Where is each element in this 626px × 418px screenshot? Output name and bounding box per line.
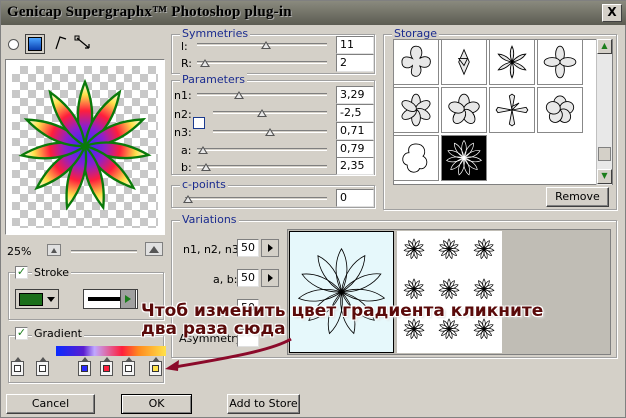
variation-n-label: n1, n2, n3: [183,243,243,256]
annotation-line-1: Чтоб изменить цвет градиента кликните [141,301,544,321]
param-a-field[interactable]: 0,79 [336,140,374,158]
param-n1-slider[interactable] [197,93,327,96]
storage-item[interactable] [537,39,583,85]
param-a-slider[interactable] [197,148,327,151]
gradient-stop[interactable] [100,357,113,376]
chevron-right-icon [125,295,131,303]
storage-item[interactable] [393,135,439,181]
param-b-label: b: [181,161,192,174]
plugin-window: Genicap Supergraphx™ Photoshop plug-in X [0,0,626,418]
parameters-title: Parameters [180,73,247,86]
cpoints-field[interactable]: 0 [336,189,374,207]
stroke-checkbox[interactable]: ✓ [15,266,28,279]
zoom-label: 25% [7,245,32,258]
slider-thumb[interactable] [200,59,210,67]
storage-item[interactable] [393,87,439,133]
storage-item[interactable] [537,87,583,133]
pen-tool-icon[interactable] [53,35,69,51]
variation-ab-label: a, b: [213,273,238,286]
variation-current-icon [297,247,386,335]
remove-button[interactable]: Remove [546,187,609,207]
close-button[interactable]: X [602,4,622,22]
gradient-checkbox[interactable]: ✓ [15,327,28,340]
cpoints-title: c-points [180,178,228,191]
param-a-label: a: [181,144,192,157]
cancel-button[interactable]: Cancel [6,394,95,414]
param-n3-label: n3: [174,126,192,139]
chevron-down-icon [47,297,55,302]
symmetries-r-field[interactable]: 2 [336,54,374,72]
variation-current[interactable] [289,231,394,353]
symmetries-l-label: l: [181,40,188,53]
slider-thumb[interactable] [261,41,271,49]
storage-item[interactable] [489,87,535,133]
stroke-arrow-button[interactable] [120,289,136,309]
storage-scrollbar[interactable]: ▲ ▼ [596,39,612,185]
param-n2-slider[interactable] [213,111,327,114]
gradient-bar[interactable] [56,346,166,356]
slider-thumb[interactable] [183,195,193,203]
param-n2-field[interactable]: -2,5 [336,104,374,122]
preview-canvas[interactable] [12,66,158,228]
storage-item[interactable] [441,39,487,85]
gradient-stop[interactable] [11,357,24,376]
symmetries-r-slider[interactable] [197,61,327,64]
gradient-stop[interactable] [78,357,91,376]
variations-title: Variations [180,213,239,226]
link-toggle-icon[interactable] [193,117,205,129]
zoom-in-icon[interactable] [145,242,163,256]
storage-item[interactable] [441,87,487,133]
gradient-stop[interactable] [36,357,49,376]
slider-thumb[interactable] [201,163,211,171]
variation-thumbnails-icon [403,238,495,340]
param-n2-label: n2: [174,108,192,121]
variation-ab-arrow-button[interactable] [261,269,279,287]
variation-thumbnails[interactable] [397,231,502,353]
annotation-arrow-icon [165,337,292,371]
param-n1-label: n1: [174,89,192,102]
cpoints-slider[interactable] [185,197,327,200]
gradient-label: Gradient [32,327,84,340]
stroke-label: Stroke [32,266,72,279]
radio-button[interactable] [8,39,19,50]
scroll-up-button[interactable]: ▲ [597,39,612,54]
param-n1-field[interactable]: 3,29 [336,86,374,104]
chevron-right-icon [268,274,273,282]
zoom-out-icon[interactable] [47,244,61,256]
ok-button[interactable]: OK [121,394,192,414]
param-b-slider[interactable] [197,165,327,168]
slider-thumb[interactable] [257,109,267,117]
scroll-thumb[interactable] [598,147,611,161]
variation-n-arrow-button[interactable] [261,239,279,257]
zoom-slider-track[interactable] [71,250,137,253]
symmetries-r-label: R: [181,57,193,70]
supershape-preview-icon [18,78,152,211]
storage-item[interactable] [489,39,535,85]
storage-item[interactable] [393,39,439,85]
chevron-right-icon [268,244,273,252]
gradient-stop[interactable] [122,357,135,376]
variation-n-field[interactable]: 50 [237,239,259,257]
param-n3-field[interactable]: 0,71 [336,122,374,140]
variation-ab-field[interactable]: 50 [237,269,259,287]
slider-thumb[interactable] [198,146,208,154]
window-title: Genicap Supergraphx™ Photoshop plug-in [7,4,292,20]
preview-frame [5,59,165,235]
param-b-field[interactable]: 2,35 [336,157,374,175]
image-tool-icon[interactable] [25,34,45,54]
stroke-color-swatch[interactable] [15,289,59,309]
title-bar[interactable]: Genicap Supergraphx™ Photoshop plug-in X [1,1,626,25]
storage-item-selected[interactable] [441,135,487,181]
scroll-down-button[interactable]: ▼ [597,169,612,184]
slider-thumb[interactable] [265,128,275,136]
move-points-icon[interactable] [74,35,92,51]
add-to-store-button[interactable]: Add to Store [227,394,300,414]
symmetries-title: Symmetries [180,27,251,40]
slider-thumb[interactable] [234,91,244,99]
symmetries-l-field[interactable]: 11 [336,36,374,54]
